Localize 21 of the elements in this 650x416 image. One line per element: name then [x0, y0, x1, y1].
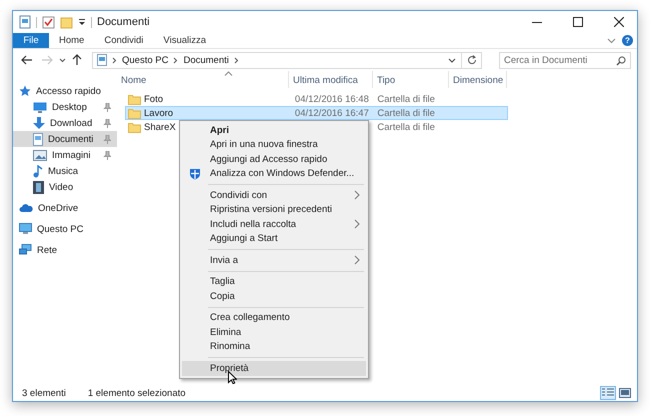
sidebar-label: Documenti [48, 134, 94, 144]
file-name: Foto [144, 94, 164, 104]
modified-date: 04/12/2016 16:48 [294, 94, 369, 104]
sidebar-label: OneDrive [38, 202, 78, 214]
sidebar-label: Accesso rapido [36, 86, 101, 96]
window-title: Documenti [97, 16, 150, 28]
sidebar-label: Questo PC [37, 224, 84, 234]
sidebar-label: Immagini [52, 150, 92, 160]
file-type: Cartella di file [377, 94, 435, 104]
sidebar-label: Download [50, 118, 94, 128]
file-type: Cartella di file [377, 108, 435, 118]
item-count: 3 elementi [22, 388, 66, 398]
file-name: ShareX [144, 122, 176, 132]
file-type: Cartella di file [377, 122, 435, 132]
sidebar-label: Desktop [52, 102, 88, 112]
modified-date: 04/12/2016 16:47 [294, 108, 369, 118]
file-name: Lavoro [144, 108, 174, 118]
sidebar-label: Rete [37, 244, 58, 256]
selection-count: 1 elemento selezionato [88, 388, 186, 398]
sidebar-label: Musica [48, 166, 80, 176]
sidebar-label: Video [49, 182, 74, 192]
